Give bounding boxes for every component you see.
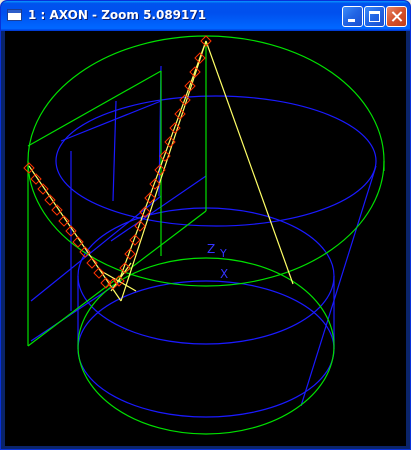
close-button[interactable] <box>386 6 407 27</box>
maximize-button[interactable] <box>364 6 385 27</box>
lower-cylinder-top-ellipse <box>77 207 335 345</box>
blue-slant-2 <box>60 100 162 142</box>
blue-frame-lines <box>30 65 377 407</box>
minimize-button[interactable] <box>342 6 363 27</box>
lower-cylinder-bottom-ellipse <box>77 280 335 418</box>
title-bar[interactable]: 1 : AXON - Zoom 5.089171 <box>1 1 410 31</box>
blue-right-edge <box>300 165 377 407</box>
blue-slant-1 <box>30 195 162 302</box>
upper-blue-ellipse <box>55 95 377 227</box>
scene-canvas: Z Y X <box>23 35 385 435</box>
yellow-line-3 <box>28 165 122 302</box>
green-cylinder <box>27 35 385 435</box>
lower-cylinder <box>77 207 335 418</box>
blue-vertical-3 <box>112 100 117 202</box>
axis-z-label: Z <box>207 242 215 256</box>
window-icon[interactable] <box>7 9 22 21</box>
axis-triad: Z Y X <box>207 242 228 281</box>
yellow-line-1 <box>118 40 207 282</box>
axon-viewport[interactable]: Z Y X <box>5 31 406 446</box>
axis-x-label: X <box>220 267 228 281</box>
axis-y-label: Y <box>219 247 227 260</box>
axon-window: 1 : AXON - Zoom 5.089171 Z Y X <box>0 0 411 450</box>
window-title: 1 : AXON - Zoom 5.089171 <box>28 8 207 22</box>
